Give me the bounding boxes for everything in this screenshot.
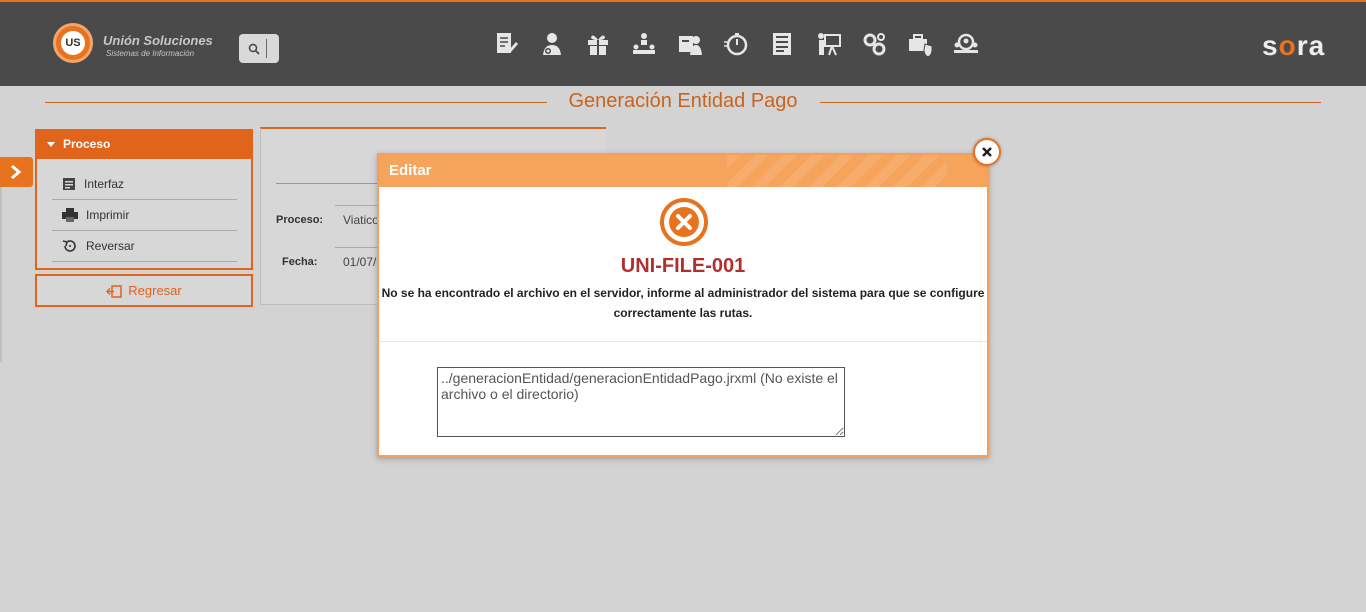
- title-rule-left: [45, 102, 547, 103]
- dialog-header: Editar: [379, 155, 987, 187]
- close-icon: [982, 147, 992, 157]
- error-detail-textarea[interactable]: ../generacionEntidad/generacionEntidadPa…: [437, 367, 845, 437]
- date-label: Fecha:: [282, 256, 318, 268]
- presentation-icon[interactable]: [814, 30, 842, 58]
- error-dialog: Editar UNI-FILE-001 No se ha encontrado …: [377, 153, 989, 457]
- dialog-divider: [379, 341, 987, 342]
- process-select[interactable]: Viatico: [335, 205, 380, 235]
- search-divider: [266, 39, 267, 58]
- page-title: Generación Entidad Pago: [568, 90, 798, 112]
- process-item-label: Interfaz: [84, 177, 125, 191]
- sidebar-toggle-button[interactable]: [0, 157, 33, 187]
- close-dialog-button[interactable]: [973, 138, 1001, 166]
- company-logo[interactable]: US Unión Soluciones Sistemas de Informac…: [53, 23, 223, 69]
- stopwatch-icon[interactable]: [722, 30, 750, 58]
- title-rule-right: [820, 102, 1321, 103]
- document-icon: [63, 178, 75, 190]
- process-item-imprimir[interactable]: Imprimir: [52, 200, 237, 231]
- dialog-title: Editar: [389, 162, 432, 179]
- back-button-label: Regresar: [128, 283, 182, 298]
- sidebar-edge: [0, 187, 2, 362]
- sign-out-icon: [106, 285, 123, 298]
- logo-subtitle: Sistemas de Información: [106, 49, 195, 58]
- brand-text-2: o: [1278, 30, 1297, 61]
- error-message-text: No se ha encontrado el archivo en el ser…: [381, 286, 985, 320]
- error-icon: [660, 198, 708, 246]
- brand-text-3: ra: [1296, 30, 1326, 61]
- caret-down-icon: [47, 142, 55, 148]
- process-item-label: Reversar: [86, 239, 135, 253]
- form-icon[interactable]: [768, 30, 796, 58]
- brand-logo: sora: [1262, 30, 1325, 62]
- date-input[interactable]: 01/07/: [335, 247, 380, 277]
- error-code: UNI-FILE-001: [620, 255, 746, 277]
- logo-emblem: US: [53, 23, 93, 63]
- process-title: Proceso: [63, 137, 111, 151]
- chevron-right-icon: [11, 164, 22, 180]
- magnifier-users-icon[interactable]: [952, 30, 980, 58]
- undo-icon: [62, 240, 76, 252]
- top-bar: US Unión Soluciones Sistemas de Informac…: [0, 0, 1366, 86]
- header-pattern: [727, 155, 947, 187]
- back-button[interactable]: Regresar: [35, 274, 253, 307]
- process-list: Interfaz Imprimir Reversar: [52, 169, 237, 262]
- search-icon: [248, 43, 260, 55]
- briefcase-shield-icon[interactable]: [906, 30, 934, 58]
- process-header[interactable]: Proceso: [37, 131, 251, 159]
- process-label: Proceso:: [276, 214, 324, 226]
- logo-title: Unión Soluciones: [103, 33, 213, 48]
- logo-badge: US: [61, 31, 85, 55]
- process-item-label: Imprimir: [86, 208, 130, 222]
- module-nav: [492, 30, 980, 60]
- error-message: No se ha encontrado el archivo en el ser…: [379, 283, 987, 323]
- printer-icon: [62, 208, 78, 222]
- document-edit-icon[interactable]: [492, 30, 520, 58]
- process-item-interfaz[interactable]: Interfaz: [52, 169, 237, 200]
- gift-icon[interactable]: [584, 30, 612, 58]
- process-item-reversar[interactable]: Reversar: [52, 231, 237, 262]
- process-panel: Proceso Interfaz Imprimir Reversar: [35, 129, 253, 270]
- brand-text-1: s: [1262, 30, 1279, 61]
- gears-icon[interactable]: [860, 30, 888, 58]
- user-icon[interactable]: [538, 30, 566, 58]
- hierarchy-icon[interactable]: [630, 30, 658, 58]
- id-card-icon[interactable]: [676, 30, 704, 58]
- search-button[interactable]: [239, 34, 279, 63]
